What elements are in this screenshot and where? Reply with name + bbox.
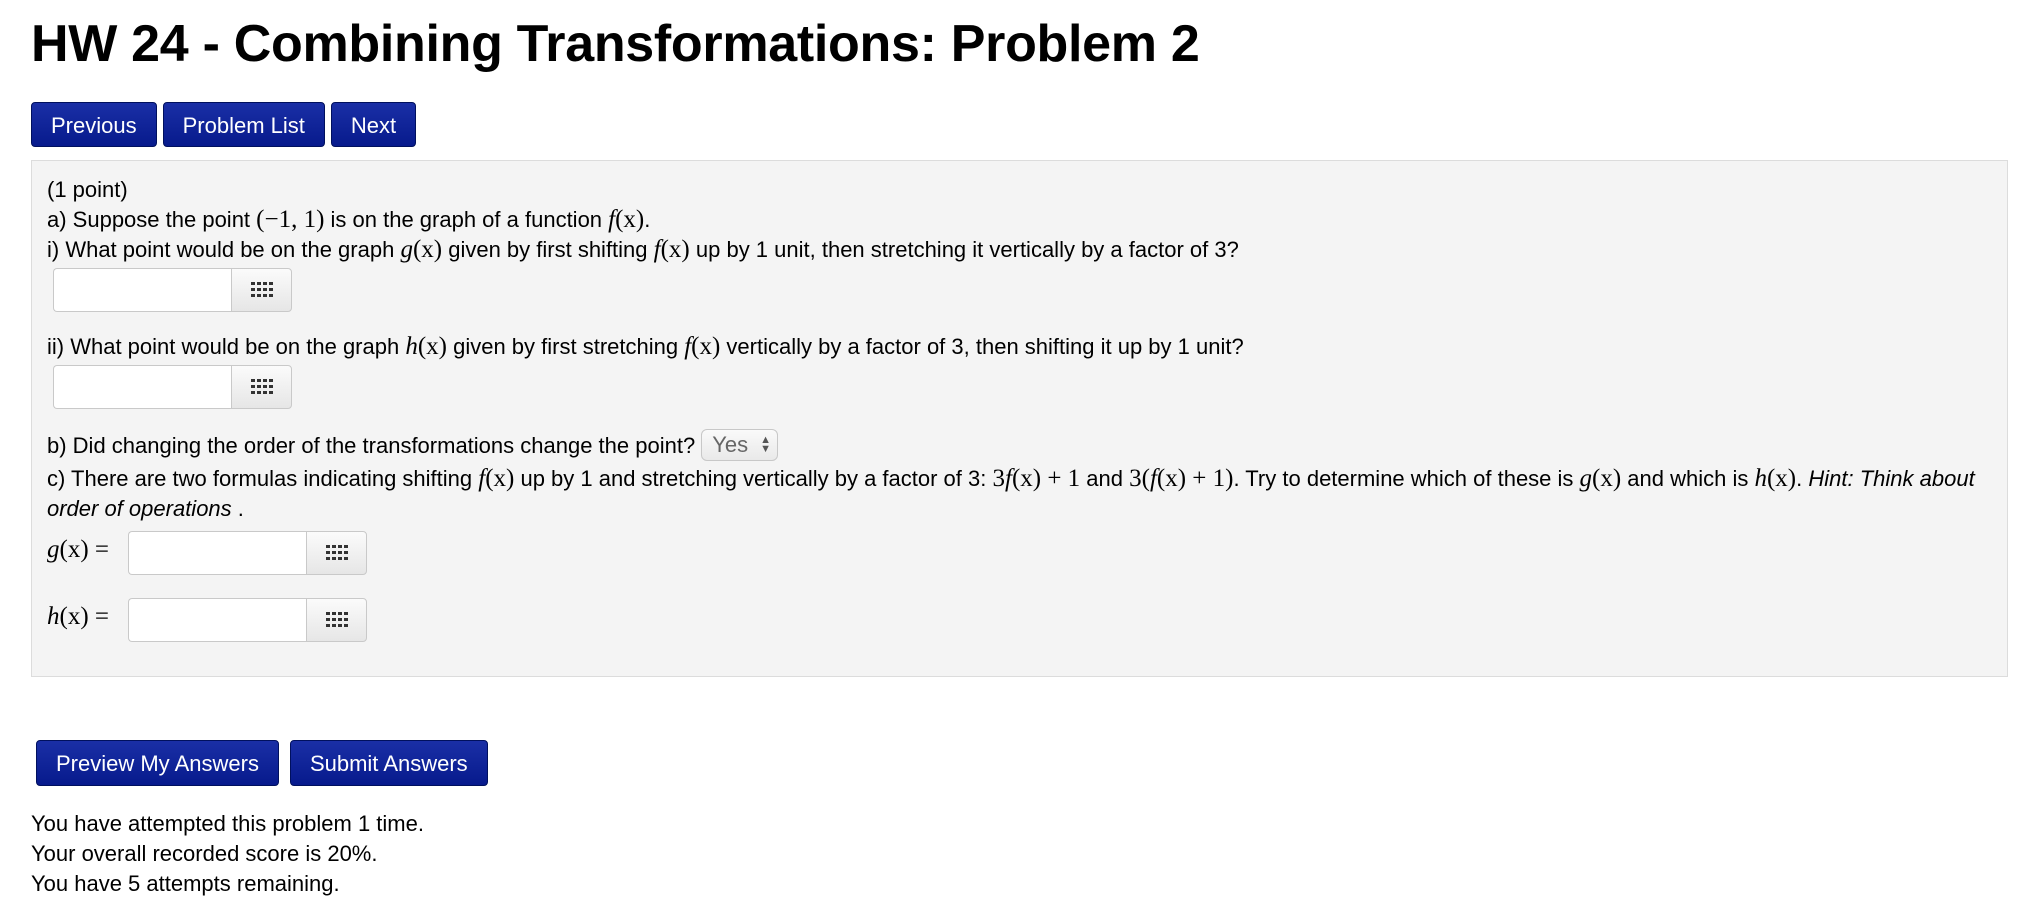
- remaining-text: You have 5 attempts remaining.: [31, 871, 340, 896]
- keypad-grid-icon: [325, 612, 348, 627]
- preview-answers-button[interactable]: Preview My Answers: [36, 740, 279, 786]
- select-updown-icon: ▲ ▼: [760, 434, 771, 456]
- part-c-text: c) There are two formulas indicating shi…: [47, 465, 1975, 521]
- score-text: Your overall recorded score is 20%.: [31, 841, 378, 866]
- keypad-grid-icon: [325, 545, 348, 560]
- part-i-text: i) What point would be on the graph g(x)…: [47, 236, 1239, 263]
- formula-2: 3(f(x) + 1): [1129, 465, 1234, 492]
- next-button[interactable]: Next: [330, 102, 417, 147]
- problem-nav: Previous Problem List Next: [31, 102, 417, 147]
- answer-i-group: [53, 268, 292, 312]
- answer-actions: Preview My Answers Submit Answers: [36, 740, 488, 786]
- answer-i-input[interactable]: [53, 268, 231, 312]
- keypad-grid-icon: [250, 379, 273, 394]
- g-label: g(x) =: [47, 536, 109, 563]
- equation-editor-button-ii[interactable]: [231, 365, 292, 409]
- point-expression: (−1, 1): [256, 206, 325, 233]
- answer-ii-input[interactable]: [53, 365, 231, 409]
- equation-editor-button-i[interactable]: [231, 268, 292, 312]
- problem-list-button[interactable]: Problem List: [162, 102, 325, 147]
- problem-points: (1 point): [47, 177, 128, 202]
- answer-ii-group: [53, 365, 292, 409]
- submit-answers-button[interactable]: Submit Answers: [289, 740, 488, 786]
- attempt-status: You have attempted this problem 1 time. …: [31, 809, 424, 899]
- previous-button[interactable]: Previous: [31, 102, 157, 147]
- page-title: HW 24 - Combining Transformations: Probl…: [31, 15, 1200, 73]
- attempts-text: You have attempted this problem 1 time.: [31, 811, 424, 836]
- equation-editor-button-h[interactable]: [306, 598, 367, 642]
- g-answer-group: [128, 531, 367, 575]
- g-answer-input[interactable]: [128, 531, 306, 575]
- part-ii-text: ii) What point would be on the graph h(x…: [47, 333, 1244, 360]
- h-answer-input[interactable]: [128, 598, 306, 642]
- problem-body: (1 point) a) Suppose the point (−1, 1) i…: [31, 160, 2008, 677]
- h-answer-group: [128, 598, 367, 642]
- changed-order-select[interactable]: Yes ▲ ▼: [701, 429, 778, 462]
- part-a-text: a) Suppose the point (−1, 1) is on the g…: [47, 206, 651, 233]
- part-b-text: b) Did changing the order of the transfo…: [47, 429, 778, 463]
- formula-1: 3f(x) + 1: [992, 465, 1081, 492]
- h-label: h(x) =: [47, 603, 109, 630]
- equation-editor-button-g[interactable]: [306, 531, 367, 575]
- keypad-grid-icon: [250, 282, 273, 297]
